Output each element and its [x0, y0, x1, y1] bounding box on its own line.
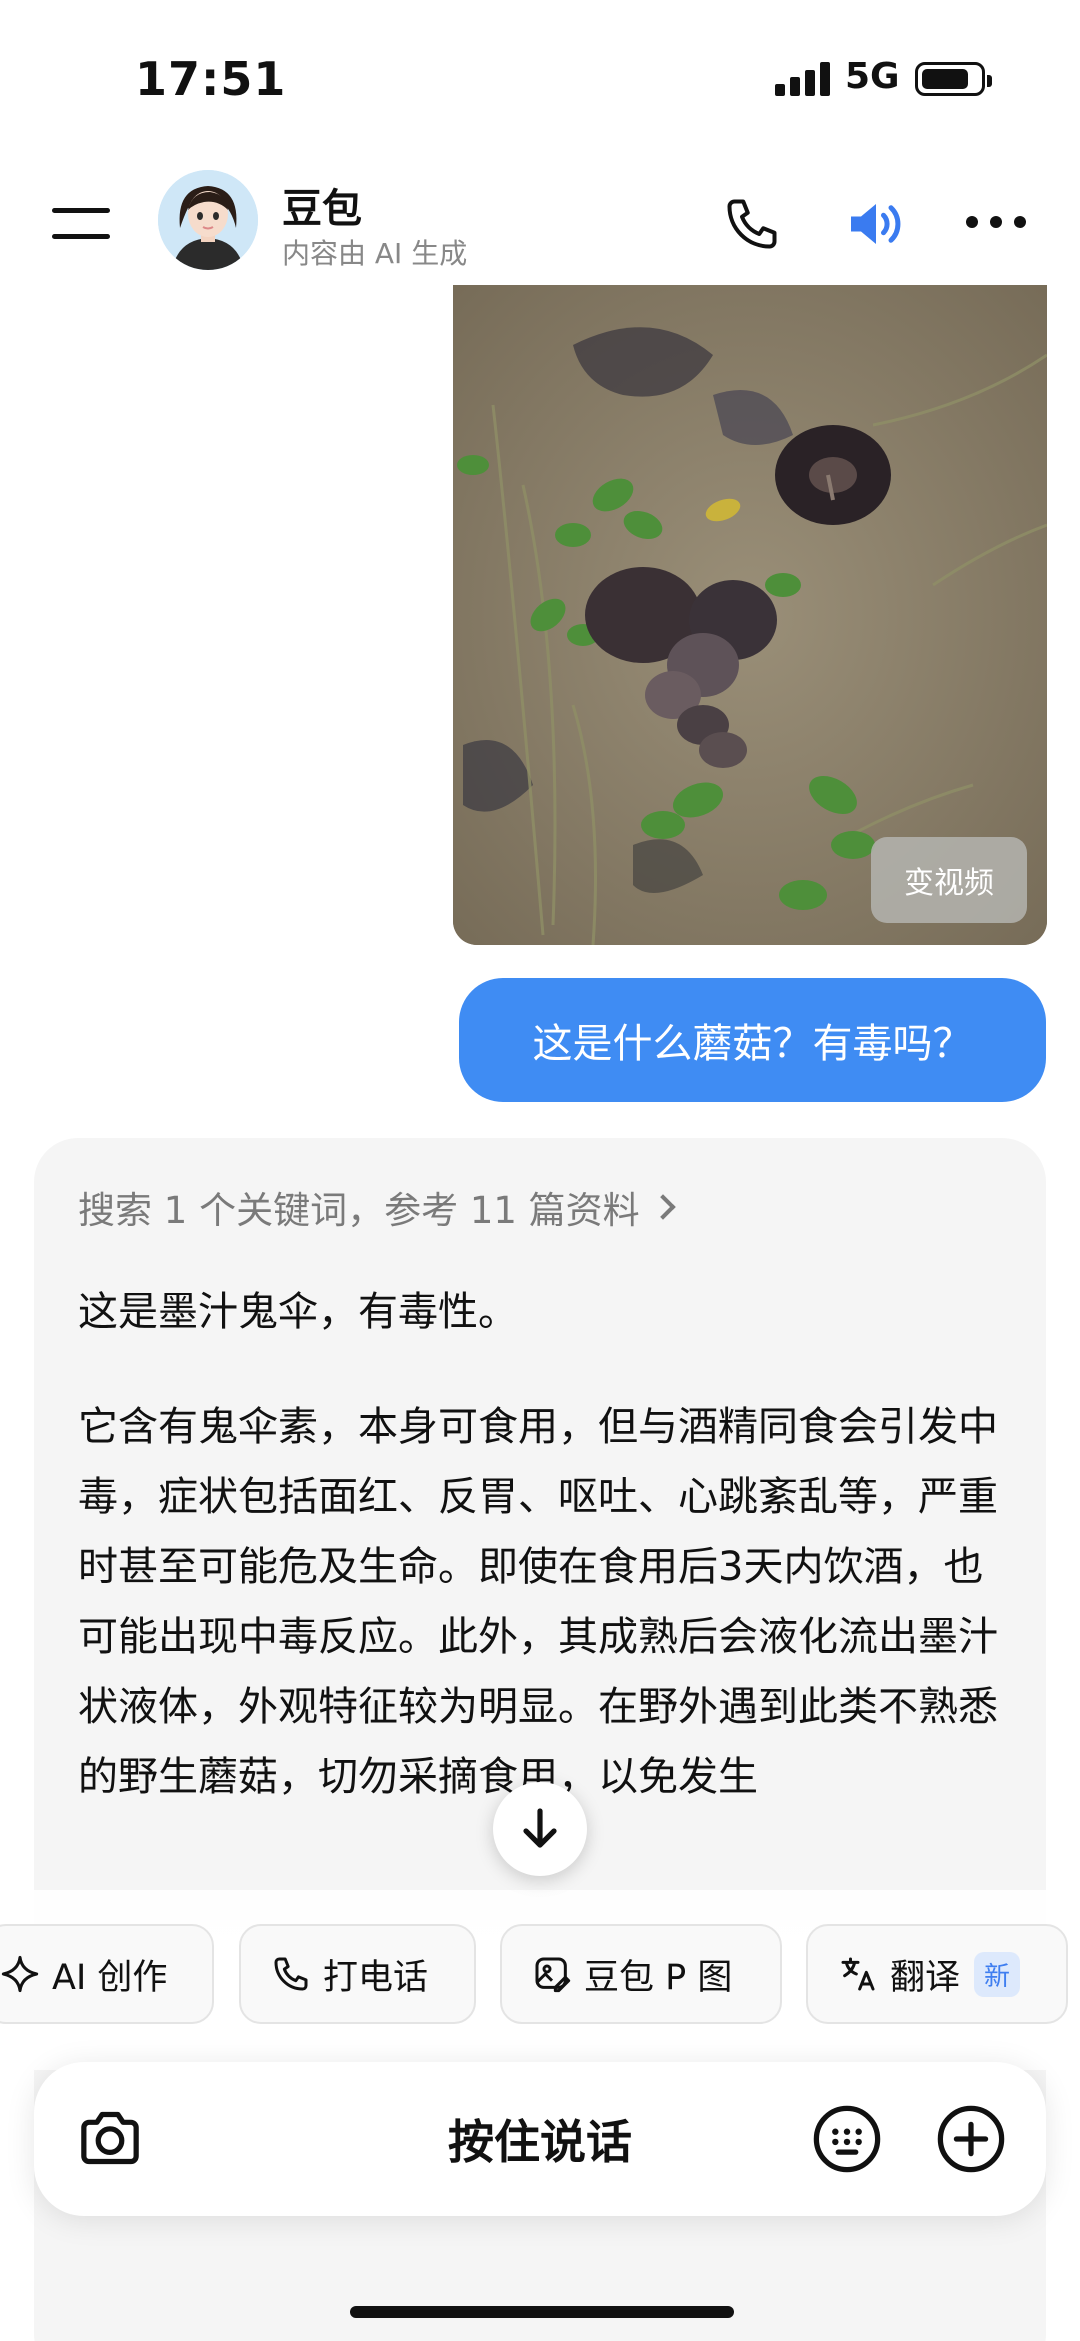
status-time: 17:51 [135, 52, 287, 106]
search-summary-text: 搜索 1 个关键词，参考 11 篇资料 [78, 1189, 640, 1232]
quick-actions-bar: AI 创作 打电话 豆包 P 图 翻译 新 [0, 1890, 1080, 2070]
avatar[interactable] [158, 170, 258, 270]
user-message-bubble[interactable]: 这是什么蘑菇？有毒吗？ [459, 978, 1046, 1102]
speaker-icon[interactable] [843, 194, 909, 254]
image-edit-icon [535, 1957, 571, 1993]
input-bar: 按住说话 [34, 2062, 1046, 2216]
network-type: 5G [845, 56, 900, 97]
status-bar: 17:51 5G [0, 0, 1080, 160]
chip-photo-edit[interactable]: 豆包 P 图 [500, 1924, 782, 2024]
keyboard-icon[interactable] [812, 2104, 882, 2174]
new-badge: 新 [974, 1951, 1021, 1997]
bot-name: 豆包 [282, 186, 362, 232]
chip-call[interactable]: 打电话 [239, 1924, 476, 2024]
camera-icon[interactable] [76, 2106, 144, 2170]
home-indicator[interactable] [350, 2306, 734, 2318]
ai-disclaimer: 内容由 AI 生成 [282, 237, 468, 270]
reply-answer: 这是墨汁鬼伞，有毒性。 [78, 1289, 518, 1335]
sparkle-icon [1, 1955, 39, 1993]
chip-ai-create[interactable]: AI 创作 [0, 1924, 214, 2024]
chevron-right-icon [649, 1194, 676, 1220]
chip-label: 翻译 [890, 1957, 961, 1998]
chip-translate[interactable]: 翻译 新 [806, 1924, 1068, 2024]
more-icon[interactable] [966, 216, 1026, 230]
hold-to-talk-button[interactable]: 按住说话 [34, 2062, 1046, 2216]
reply-paragraph: 它含有鬼伞素，本身可食用，但与酒精同食会引发中毒，症状包括面红、反胃、呕吐、心跳… [78, 1404, 998, 1800]
chip-label: 豆包 P 图 [584, 1957, 733, 1998]
phone-icon[interactable] [722, 194, 782, 254]
translate-icon [841, 1957, 875, 1991]
menu-icon[interactable] [52, 200, 110, 244]
battery-icon [915, 62, 992, 96]
mushroom-photo[interactable]: 变视频 [453, 285, 1047, 945]
arrow-down-icon [523, 1808, 557, 1848]
signal-icon [775, 62, 831, 96]
search-summary[interactable]: 搜索 1 个关键词，参考 11 篇资料 [78, 1180, 676, 1234]
chip-label: 打电话 [323, 1957, 429, 1998]
chip-label: AI 创作 [52, 1957, 168, 1998]
chat-header: 豆包 内容由 AI 生成 [0, 160, 1080, 285]
convert-to-video-button[interactable]: 变视频 [871, 837, 1027, 923]
plus-icon[interactable] [936, 2104, 1006, 2174]
chat-screen: 17:51 5G 豆包 内容由 AI 生成 变视频 这是什么蘑菇？有毒吗？ 搜索… [0, 0, 1080, 2341]
phone-icon [274, 1957, 308, 1991]
scroll-to-bottom-button[interactable] [493, 1782, 587, 1876]
